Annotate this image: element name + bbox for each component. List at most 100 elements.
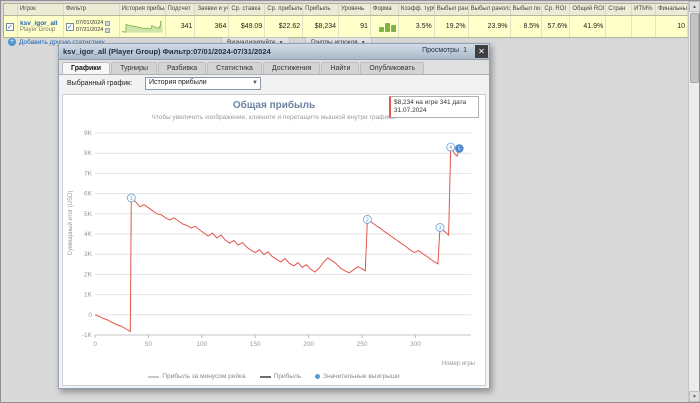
column-header-total-roi[interactable]: Общий ROI — [570, 4, 607, 15]
x-axis-label: Номер игры — [441, 361, 475, 367]
svg-text:4: 4 — [449, 145, 452, 151]
player-type-label: Player Group — [19, 26, 56, 33]
column-header-busted-early[interactable]: Выбыл рано — [435, 4, 469, 15]
tab-Разбивка[interactable]: Разбивка — [158, 62, 207, 74]
column-header-profit-history[interactable]: История прибыли — [120, 4, 166, 15]
y-axis-label: Суммарный итог (USD) — [68, 190, 74, 256]
final-tables-cell: 10 — [656, 16, 688, 37]
busted-late-cell: 8.5% — [511, 16, 543, 37]
profit-cell: $8,234 — [303, 16, 340, 37]
column-header-itm[interactable]: ИТМ% — [632, 4, 657, 15]
column-header-final-tables[interactable]: Финальные — [656, 4, 688, 15]
tab-Опубликовать[interactable]: Опубликовать — [360, 62, 425, 74]
svg-text:300: 300 — [410, 341, 421, 348]
total-roi-cell: 41.9% — [570, 16, 607, 37]
filter-date-from[interactable]: 07/01/2024 — [76, 20, 111, 26]
svg-text:2: 2 — [366, 217, 369, 223]
svg-text:0: 0 — [93, 341, 97, 348]
legend-line-icon — [259, 375, 271, 378]
window-title: ksv_igor_all (Player Group) Фильтр:07/01… — [63, 47, 271, 56]
profit-history-cell[interactable] — [120, 16, 166, 37]
column-header-country[interactable]: Стран — [606, 4, 633, 15]
avg-profit-cell: $22.62 — [265, 16, 304, 37]
scrollbar-thumb[interactable] — [690, 13, 699, 83]
svg-text:-1K: -1K — [82, 332, 93, 339]
svg-text:250: 250 — [357, 341, 368, 348]
player-cell: ksv_igor_all Player Group — [18, 16, 64, 37]
legend-item[interactable]: Значительные выигрыши — [315, 373, 400, 380]
tab-Графики[interactable]: Графики — [62, 62, 111, 74]
tab-Достижения[interactable]: Достижения — [262, 62, 321, 74]
column-header-ability[interactable]: Уровень — [339, 4, 371, 15]
graph-selector-label: Выбранный график: — [67, 80, 133, 87]
views-label: Просмотры — [422, 47, 460, 54]
svg-text:7K: 7K — [84, 170, 93, 177]
calendar-icon[interactable] — [105, 20, 111, 26]
column-header-form[interactable]: Форма — [371, 4, 399, 15]
column-header-filter[interactable]: Фильтр — [64, 4, 120, 15]
avg-stake-cell: $49.09 — [229, 16, 266, 37]
player-name-link[interactable]: ksv_igor_all — [20, 20, 58, 27]
filter-date-to[interactable]: 07/31/2024 — [76, 27, 111, 33]
column-header-player[interactable]: Игрок — [18, 4, 64, 15]
form-cell — [371, 16, 399, 37]
country-cell — [606, 16, 633, 37]
row-checkbox[interactable]: ✓ — [6, 22, 14, 31]
profit-chart-svg[interactable]: 9K8K7K6K5K4K3K2K1K0-1K0 50 100 150 200 250 300… — [65, 127, 483, 355]
form-bars-icon — [378, 22, 396, 32]
svg-text:5K: 5K — [84, 211, 93, 218]
tab-Статистика[interactable]: Статистика — [207, 62, 262, 74]
filter-checkbox[interactable]: ✓ — [65, 22, 74, 31]
svg-text:1: 1 — [130, 196, 133, 202]
column-header-avg-profit[interactable]: Ср. прибыль — [265, 4, 304, 15]
legend-item[interactable]: Прибыль — [259, 373, 302, 380]
calendar-icon[interactable] — [105, 27, 111, 33]
chevron-down-icon: ▼ — [252, 80, 258, 86]
column-header-entries[interactable]: Заявки и уч. — [195, 4, 230, 15]
vertical-scrollbar[interactable]: ▲ ▼ — [688, 1, 700, 402]
views-indicator: Просмотры 1 — [422, 47, 467, 54]
count-cell: 341 — [166, 16, 196, 37]
column-header-profit[interactable]: Прибыль — [303, 4, 340, 15]
column-header-count[interactable]: Подсчет — [166, 4, 196, 15]
window-titlebar[interactable]: ksv_igor_all (Player Group) Фильтр:07/01… — [59, 44, 489, 60]
tab-Турниры[interactable]: Турниры — [111, 62, 158, 74]
legend-label: Прибыль — [273, 373, 302, 380]
svg-text:9K: 9K — [84, 130, 93, 137]
svg-text:3: 3 — [439, 225, 442, 231]
legend-item[interactable]: Прибыль за минусом рейка — [148, 373, 246, 380]
column-header-avg-roi[interactable]: Ср. ROI — [542, 4, 571, 15]
sharkscope-page: Игрок Фильтр История прибыли Подсчет Зая… — [0, 0, 700, 403]
tab-strip: Графики Турниры Разбивка Статистика Достижен… — [59, 60, 489, 75]
profit-chart-panel: Общая прибыль Чтобы увеличить изображени… — [62, 94, 486, 386]
svg-text:4K: 4K — [84, 231, 93, 238]
column-header-busted-early-mid[interactable]: Выбыл рано/средне — [469, 4, 511, 15]
graph-selector-row: Выбранный график: История прибыли ▼ — [59, 75, 489, 92]
svg-text:8K: 8K — [84, 150, 93, 157]
filter-dates: 07/01/2024 07/31/2024 — [76, 20, 111, 33]
svg-text:1K: 1K — [84, 292, 93, 299]
svg-text:50: 50 — [145, 341, 153, 348]
profit-sparkline-svg — [121, 20, 163, 33]
svg-text:6K: 6K — [84, 191, 93, 198]
ability-cell: 91 — [339, 16, 371, 37]
busted-early-mid-cell: 23.9% — [469, 16, 511, 37]
chart-legend: Прибыль за минусом рейка Прибыль Значитель… — [63, 373, 485, 380]
column-header-turbo[interactable]: Коэфф. турб. — [399, 4, 435, 15]
column-header-avg-stake[interactable]: Ср. ставка — [229, 4, 266, 15]
tooltip-line2: 31.07.2024 — [394, 107, 427, 114]
views-count: 1 — [463, 47, 467, 54]
tooltip-line1: $8,234 на игре 341 дата — [394, 99, 467, 106]
filter-cell: ✓ 07/01/2024 07/31/2024 — [64, 16, 120, 37]
column-header-busted-late[interactable]: Выбыл по. — [511, 4, 543, 15]
scroll-up-icon[interactable]: ▲ — [689, 1, 700, 12]
graph-select-dropdown[interactable]: История прибыли ▼ — [145, 77, 261, 90]
svg-text:100: 100 — [196, 341, 207, 348]
scroll-down-icon[interactable]: ▼ — [689, 391, 700, 402]
plus-icon: + — [8, 38, 16, 46]
tab-Найти[interactable]: Найти — [321, 62, 360, 74]
legend-line-icon — [148, 375, 160, 378]
table-header-row: Игрок Фильтр История прибыли Подсчет Зая… — [4, 4, 688, 16]
itm-cell — [632, 16, 657, 37]
close-icon[interactable]: ✕ — [475, 45, 488, 58]
